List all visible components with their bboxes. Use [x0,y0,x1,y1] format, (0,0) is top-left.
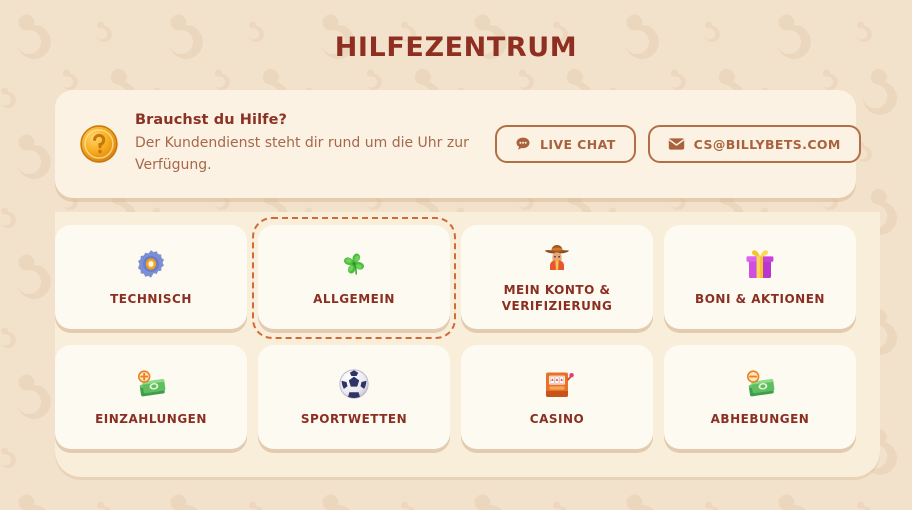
category-card-sportwetten[interactable]: SPORTWETTEN [258,345,450,449]
envelope-icon [668,138,684,150]
category-grid: TECHNISCH ALLGEMEIN MEIN KONTO & VERIFIZ… [55,217,856,449]
category-label: BONI & AKTIONEN [695,291,825,306]
banner-heading: Brauchst du Hilfe? [135,111,288,128]
category-label: ABHEBUNGEN [710,411,810,426]
money-plus-icon [137,370,166,397]
banner-text-block: Brauchst du Hilfe? Der Kundendienst steh… [135,112,495,176]
category-card-casino[interactable]: CASINO [461,345,653,449]
category-label: SPORTWETTEN [300,411,408,426]
category-label: MEIN KONTO & VERIFIZIERUNG [501,283,613,313]
category-label: TECHNISCH [110,291,192,306]
category-label: CASINO [529,411,585,426]
live-chat-button[interactable]: LIVE CHAT [495,125,636,163]
banner-actions: LIVE CHAT CS@BILLYBETS.COM [495,125,861,163]
banner-subtitle: Der Kundendienst steht dir rund um die U… [135,134,469,173]
support-banner: Brauchst du Hilfe? Der Kundendienst steh… [55,90,861,198]
money-minus-icon [746,370,775,397]
help-center-page: HILFEZENTRUM Brauchst du Hilfe? Der Kund… [0,0,912,510]
category-card-mein-konto[interactable]: MEIN KONTO & VERIFIZIERUNG [461,225,653,329]
coin-question-icon [80,125,118,163]
live-chat-label: LIVE CHAT [540,136,616,152]
category-card-boni[interactable]: BONI & AKTIONEN [664,225,856,329]
category-label: ALLGEMEIN [313,291,395,306]
category-card-allgemein[interactable]: ALLGEMEIN [252,217,456,339]
page-title: HILFEZENTRUM [334,32,578,63]
email-label: CS@BILLYBETS.COM [693,136,841,152]
chat-bubble-icon [516,137,530,150]
email-button[interactable]: CS@BILLYBETS.COM [647,125,861,163]
gift-icon [746,250,774,278]
soccer-ball-icon [339,369,369,399]
clover-icon [344,253,364,275]
person-hat-icon [545,245,569,271]
category-label: EINZAHLUNGEN [95,411,207,426]
slot-machine-icon [546,372,574,397]
category-card-einzahlungen[interactable]: EINZAHLUNGEN [55,345,247,449]
category-card-technisch[interactable]: TECHNISCH [55,225,247,329]
gear-icon [138,250,164,278]
category-card-abhebungen[interactable]: ABHEBUNGEN [664,345,856,449]
